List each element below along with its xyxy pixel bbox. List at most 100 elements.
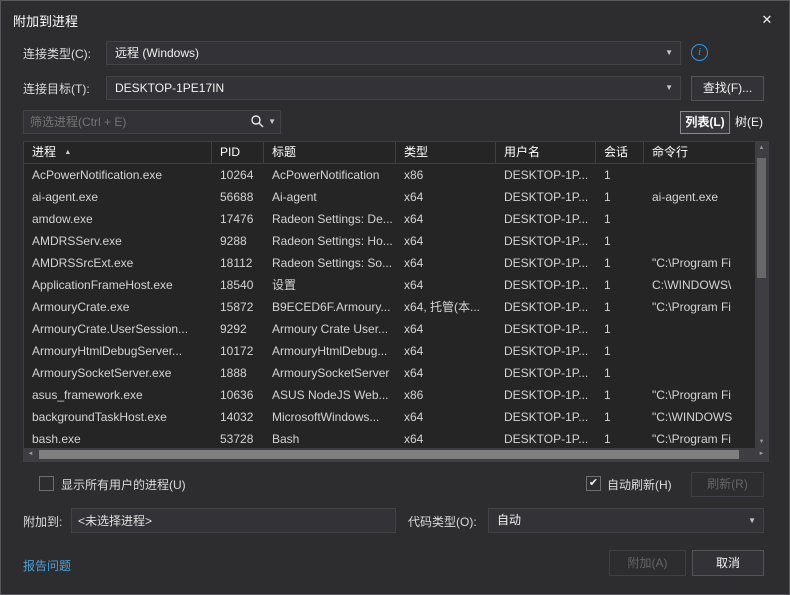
column-header-cmdline[interactable]: 命令行 <box>644 142 757 163</box>
vertical-scrollbar-thumb[interactable] <box>757 158 766 278</box>
process-table-body: AcPowerNotification.exe 10264 AcPowerNot… <box>24 164 757 450</box>
table-row[interactable]: ArmouryHtmlDebugServer... 10172 ArmouryH… <box>24 340 757 362</box>
cell-username: DESKTOP-1P... <box>496 208 596 230</box>
column-header-pid[interactable]: PID <box>212 142 264 163</box>
cell-type: x64 <box>396 252 496 274</box>
cell-pid: 9288 <box>212 230 264 252</box>
table-row[interactable]: AMDRSServ.exe 9288 Radeon Settings: Ho..… <box>24 230 757 252</box>
cell-pid: 56688 <box>212 186 264 208</box>
cell-process: ArmouryCrate.exe <box>24 296 212 318</box>
table-row[interactable]: ArmouryCrate.exe 15872 B9ECED6F.Armoury.… <box>24 296 757 318</box>
connection-target-value: DESKTOP-1PE17IN <box>115 81 224 95</box>
connection-target-select[interactable]: DESKTOP-1PE17IN ▼ <box>106 76 681 100</box>
column-header-type[interactable]: 类型 <box>396 142 496 163</box>
cell-cmdline: "C:\WINDOWS <box>644 406 757 428</box>
cell-username: DESKTOP-1P... <box>496 384 596 406</box>
table-row[interactable]: ArmourySocketServer.exe 1888 ArmourySock… <box>24 362 757 384</box>
cell-cmdline: "C:\Program Fi <box>644 252 757 274</box>
table-row[interactable]: amdow.exe 17476 Radeon Settings: De... x… <box>24 208 757 230</box>
auto-refresh-label: 自动刷新(H) <box>607 477 672 493</box>
table-row[interactable]: AcPowerNotification.exe 10264 AcPowerNot… <box>24 164 757 186</box>
horizontal-scrollbar-thumb[interactable] <box>39 450 739 459</box>
cell-session: 1 <box>596 318 644 340</box>
cell-cmdline <box>644 208 757 230</box>
cell-username: DESKTOP-1P... <box>496 296 596 318</box>
cell-title: Armoury Crate User... <box>264 318 396 340</box>
cell-type: x86 <box>396 164 496 186</box>
cell-process: ai-agent.exe <box>24 186 212 208</box>
cell-title: ArmourySocketServer <box>264 362 396 384</box>
view-list-button[interactable]: 列表(L) <box>680 111 730 134</box>
search-icon[interactable] <box>250 114 264 128</box>
cell-cmdline: "C:\Program Fi <box>644 296 757 318</box>
cancel-button[interactable]: 取消 <box>692 550 764 576</box>
cell-type: x86 <box>396 384 496 406</box>
show-all-users-checkbox[interactable] <box>39 476 54 491</box>
cell-type: x64 <box>396 340 496 362</box>
cell-process: AMDRSServ.exe <box>24 230 212 252</box>
column-header-title[interactable]: 标题 <box>264 142 396 163</box>
table-row[interactable]: ArmouryCrate.UserSession... 9292 Armoury… <box>24 318 757 340</box>
connection-type-select[interactable]: 远程 (Windows) ▼ <box>106 41 681 65</box>
cell-process: asus_framework.exe <box>24 384 212 406</box>
cell-cmdline <box>644 362 757 384</box>
cell-title: AcPowerNotification <box>264 164 396 186</box>
cell-type: x64 <box>396 186 496 208</box>
close-icon[interactable]: ✕ <box>753 8 781 32</box>
cell-title: Radeon Settings: De... <box>264 208 396 230</box>
cell-pid: 53728 <box>212 428 264 450</box>
auto-refresh-checkbox[interactable]: ✔ <box>586 476 601 491</box>
cell-username: DESKTOP-1P... <box>496 340 596 362</box>
cell-cmdline: C:\WINDOWS\ <box>644 274 757 296</box>
cell-type: x64 <box>396 362 496 384</box>
chevron-down-icon: ▼ <box>665 42 673 64</box>
table-row[interactable]: asus_framework.exe 10636 ASUS NodeJS Web… <box>24 384 757 406</box>
cell-title: ASUS NodeJS Web... <box>264 384 396 406</box>
cell-session: 1 <box>596 164 644 186</box>
chevron-down-icon[interactable]: ▼ <box>268 117 276 126</box>
table-row[interactable]: ApplicationFrameHost.exe 18540 设置 x64 DE… <box>24 274 757 296</box>
cell-username: DESKTOP-1P... <box>496 362 596 384</box>
table-row[interactable]: backgroundTaskHost.exe 14032 MicrosoftWi… <box>24 406 757 428</box>
attach-to-field[interactable] <box>71 508 396 533</box>
table-row[interactable]: AMDRSSrcExt.exe 18112 Radeon Settings: S… <box>24 252 757 274</box>
column-header-username[interactable]: 用户名 <box>496 142 596 163</box>
cell-pid: 18112 <box>212 252 264 274</box>
connection-target-label: 连接目标(T): <box>23 81 90 97</box>
cell-process: ArmouryHtmlDebugServer... <box>24 340 212 362</box>
code-type-select[interactable]: 自动 ▼ <box>488 508 764 533</box>
cell-session: 1 <box>596 428 644 450</box>
chevron-down-icon: ▼ <box>748 509 756 532</box>
cell-type: x64 <box>396 406 496 428</box>
sort-ascending-icon: ▲ <box>64 149 71 156</box>
process-table-header: 进程 ▲ PID 标题 类型 用户名 会话 命令行 <box>24 142 757 164</box>
attach-button[interactable]: 附加(A) <box>609 550 686 576</box>
info-icon[interactable]: i <box>691 44 708 61</box>
cell-pid: 10264 <box>212 164 264 186</box>
cell-cmdline <box>644 318 757 340</box>
report-problem-link[interactable]: 报告问题 <box>23 557 71 574</box>
process-filter-input[interactable] <box>30 112 235 132</box>
scroll-right-icon[interactable]: ► <box>755 448 768 461</box>
cell-username: DESKTOP-1P... <box>496 164 596 186</box>
scroll-left-icon[interactable]: ◄ <box>24 448 37 461</box>
scroll-up-icon[interactable]: ▲ <box>755 142 768 155</box>
cell-process: AMDRSSrcExt.exe <box>24 252 212 274</box>
cell-pid: 1888 <box>212 362 264 384</box>
cell-title: 设置 <box>264 274 396 296</box>
code-type-label: 代码类型(O): <box>408 514 477 530</box>
cell-pid: 9292 <box>212 318 264 340</box>
vertical-scrollbar[interactable]: ▲ ▼ <box>755 142 768 449</box>
cell-pid: 10636 <box>212 384 264 406</box>
column-header-process[interactable]: 进程 ▲ <box>24 142 212 163</box>
horizontal-scrollbar[interactable]: ◄ ► <box>24 448 768 461</box>
table-row[interactable]: bash.exe 53728 Bash x64 DESKTOP-1P... 1 … <box>24 428 757 450</box>
refresh-button[interactable]: 刷新(R) <box>691 472 764 497</box>
code-type-value: 自动 <box>497 513 521 527</box>
find-button[interactable]: 查找(F)... <box>691 76 764 101</box>
cell-pid: 18540 <box>212 274 264 296</box>
column-header-session[interactable]: 会话 <box>596 142 644 163</box>
table-row[interactable]: ai-agent.exe 56688 Ai-agent x64 DESKTOP-… <box>24 186 757 208</box>
cell-session: 1 <box>596 340 644 362</box>
view-tree-button[interactable]: 树(E) <box>732 111 766 134</box>
